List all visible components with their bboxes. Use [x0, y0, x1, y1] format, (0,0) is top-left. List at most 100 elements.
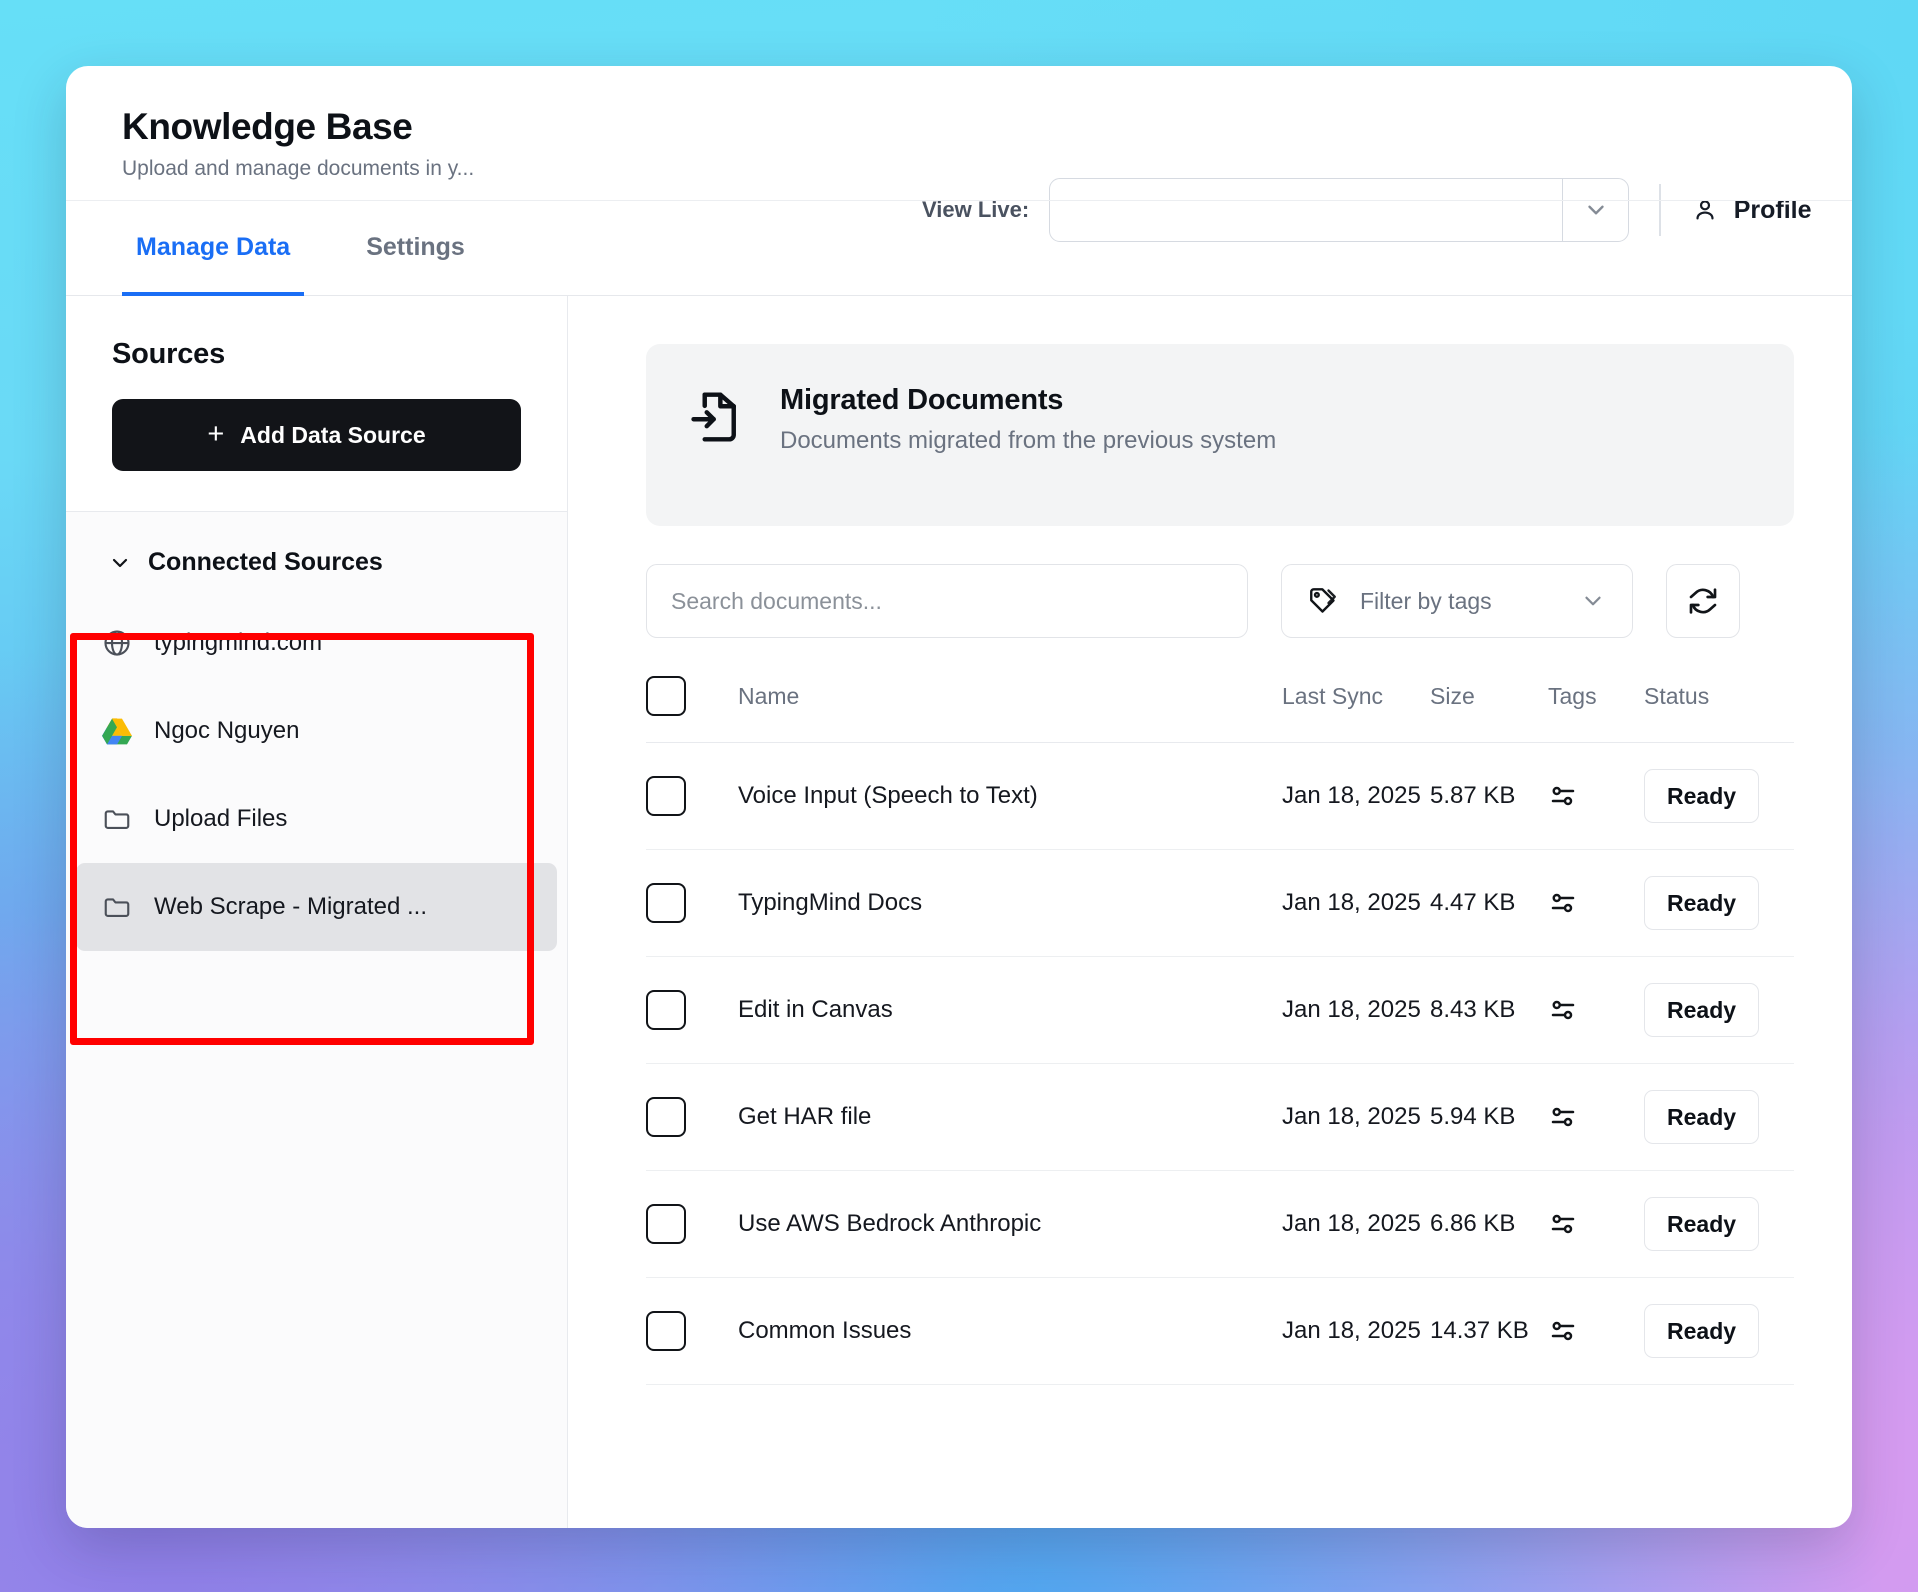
status-badge: Ready — [1644, 1197, 1760, 1251]
sidebar-source-ngoc-nguyen[interactable]: Ngoc Nguyen — [76, 687, 557, 775]
refresh-icon — [1687, 585, 1719, 617]
main-panel: Migrated Documents Documents migrated fr… — [568, 296, 1852, 1528]
sliders-icon — [1548, 1102, 1644, 1132]
status-badge: Ready — [1644, 769, 1760, 823]
document-last-sync: Jan 18, 2025 — [1282, 849, 1430, 957]
tag-icon — [1308, 586, 1338, 616]
document-tags-cell[interactable] — [1548, 1063, 1644, 1171]
folder-icon — [102, 892, 132, 922]
connected-sources-panel: Connected Sources typingmind.com Ngoc Ng… — [66, 511, 567, 1528]
document-last-sync: Jan 18, 2025 — [1282, 1170, 1430, 1278]
table-bottom-fade — [646, 1470, 1794, 1528]
sidebar-source-label: Web Scrape - Migrated ... — [154, 893, 427, 920]
table-row[interactable]: Common Issues Jan 18, 2025 14.37 KB Read… — [646, 1277, 1794, 1385]
status-badge: Ready — [1644, 1090, 1760, 1144]
document-last-sync: Jan 18, 2025 — [1282, 956, 1430, 1064]
document-status-cell: Ready — [1644, 849, 1794, 957]
sources-heading: Sources — [112, 338, 226, 370]
document-tags-cell[interactable] — [1548, 1277, 1644, 1385]
chevron-down-icon — [1580, 588, 1606, 614]
sidebar-top: Sources + Add Data Source — [66, 296, 567, 511]
row-checkbox[interactable] — [646, 776, 686, 816]
row-select-cell — [646, 1277, 738, 1385]
column-header-status[interactable]: Status — [1644, 676, 1794, 743]
column-header-last-sync[interactable]: Last Sync — [1282, 676, 1430, 743]
row-checkbox[interactable] — [646, 1204, 686, 1244]
document-last-sync: Jan 18, 2025 — [1282, 1063, 1430, 1171]
globe-icon — [102, 628, 132, 658]
add-data-source-button[interactable]: + Add Data Source — [112, 399, 521, 471]
connected-sources-label: Connected Sources — [148, 548, 383, 576]
table-row[interactable]: Edit in Canvas Jan 18, 2025 8.43 KB Read… — [646, 956, 1794, 1064]
documents-table-body: Voice Input (Speech to Text) Jan 18, 202… — [646, 742, 1794, 1385]
document-status-cell: Ready — [1644, 1170, 1794, 1278]
document-name: TypingMind Docs — [738, 849, 1282, 957]
document-tags-cell[interactable] — [1548, 1170, 1644, 1278]
tab-bar: Manage Data Settings — [66, 199, 1852, 296]
row-checkbox[interactable] — [646, 1311, 686, 1351]
plus-icon: + — [207, 417, 225, 450]
sidebar-source-label: Ngoc Nguyen — [154, 717, 300, 744]
document-tags-cell[interactable] — [1548, 956, 1644, 1064]
row-select-cell — [646, 1170, 738, 1278]
status-badge: Ready — [1644, 1304, 1760, 1358]
row-select-cell — [646, 849, 738, 957]
document-size: 8.43 KB — [1430, 956, 1548, 1064]
status-badge: Ready — [1644, 983, 1760, 1037]
document-size: 6.86 KB — [1430, 1170, 1548, 1278]
tab-settings[interactable]: Settings — [352, 202, 479, 296]
sidebar-source-web-scrape-migrated[interactable]: Web Scrape - Migrated ... — [76, 863, 557, 951]
refresh-button[interactable] — [1666, 564, 1740, 638]
table-row[interactable]: TypingMind Docs Jan 18, 2025 4.47 KB Rea… — [646, 849, 1794, 957]
connected-sources-list: typingmind.com Ngoc Nguyen Upload Files … — [66, 599, 567, 951]
table-row[interactable]: Get HAR file Jan 18, 2025 5.94 KB Ready — [646, 1063, 1794, 1171]
sidebar-source-upload-files[interactable]: Upload Files — [76, 775, 557, 863]
document-tags-cell[interactable] — [1548, 849, 1644, 957]
select-all-header — [646, 676, 738, 743]
sliders-icon — [1548, 888, 1644, 918]
document-name: Edit in Canvas — [738, 956, 1282, 1064]
document-name: Common Issues — [738, 1277, 1282, 1385]
table-header-row: Name Last Sync Size Tags Status — [646, 676, 1794, 743]
row-select-cell — [646, 742, 738, 850]
search-input[interactable] — [671, 587, 1223, 615]
search-documents-box[interactable] — [646, 564, 1248, 638]
table-row[interactable]: Use AWS Bedrock Anthropic Jan 18, 2025 6… — [646, 1170, 1794, 1278]
app-header: Knowledge Base Upload and manage documen… — [66, 66, 1852, 242]
filter-by-tags-dropdown[interactable]: Filter by tags — [1281, 564, 1633, 638]
chevron-down-icon — [108, 551, 132, 575]
row-checkbox[interactable] — [646, 883, 686, 923]
document-tags-cell[interactable] — [1548, 742, 1644, 850]
app-body: Sources + Add Data Source Connected Sour… — [66, 296, 1852, 1528]
document-status-cell: Ready — [1644, 742, 1794, 850]
status-badge: Ready — [1644, 876, 1760, 930]
table-row[interactable]: Voice Input (Speech to Text) Jan 18, 202… — [646, 742, 1794, 850]
document-name: Get HAR file — [738, 1063, 1282, 1171]
migrated-documents-card: Migrated Documents Documents migrated fr… — [646, 344, 1794, 526]
column-header-size[interactable]: Size — [1430, 676, 1548, 743]
sliders-icon — [1548, 781, 1644, 811]
document-name: Use AWS Bedrock Anthropic — [738, 1170, 1282, 1278]
documents-table-wrap: Name Last Sync Size Tags Status Voice In… — [646, 676, 1794, 1528]
migrated-documents-text: Migrated Documents Documents migrated fr… — [780, 384, 1276, 455]
sidebar-source-typingmind[interactable]: typingmind.com — [76, 599, 557, 687]
document-last-sync: Jan 18, 2025 — [1282, 1277, 1430, 1385]
documents-table: Name Last Sync Size Tags Status Voice In… — [646, 676, 1794, 1385]
document-size: 4.47 KB — [1430, 849, 1548, 957]
sliders-icon — [1548, 1209, 1644, 1239]
page-title: Knowledge Base — [122, 106, 413, 147]
column-header-tags[interactable]: Tags — [1548, 676, 1644, 743]
sidebar-source-label: Upload Files — [154, 805, 288, 832]
sidebar-source-label: typingmind.com — [154, 629, 323, 656]
document-size: 5.94 KB — [1430, 1063, 1548, 1171]
row-checkbox[interactable] — [646, 1097, 686, 1137]
tab-manage-data[interactable]: Manage Data — [122, 202, 305, 296]
document-status-cell: Ready — [1644, 956, 1794, 1064]
row-checkbox[interactable] — [646, 990, 686, 1030]
document-status-cell: Ready — [1644, 1277, 1794, 1385]
connected-sources-toggle[interactable]: Connected Sources — [66, 512, 567, 599]
sliders-icon — [1548, 995, 1644, 1025]
select-all-checkbox[interactable] — [646, 676, 686, 716]
column-header-name[interactable]: Name — [738, 676, 1282, 743]
document-name: Voice Input (Speech to Text) — [738, 742, 1282, 850]
